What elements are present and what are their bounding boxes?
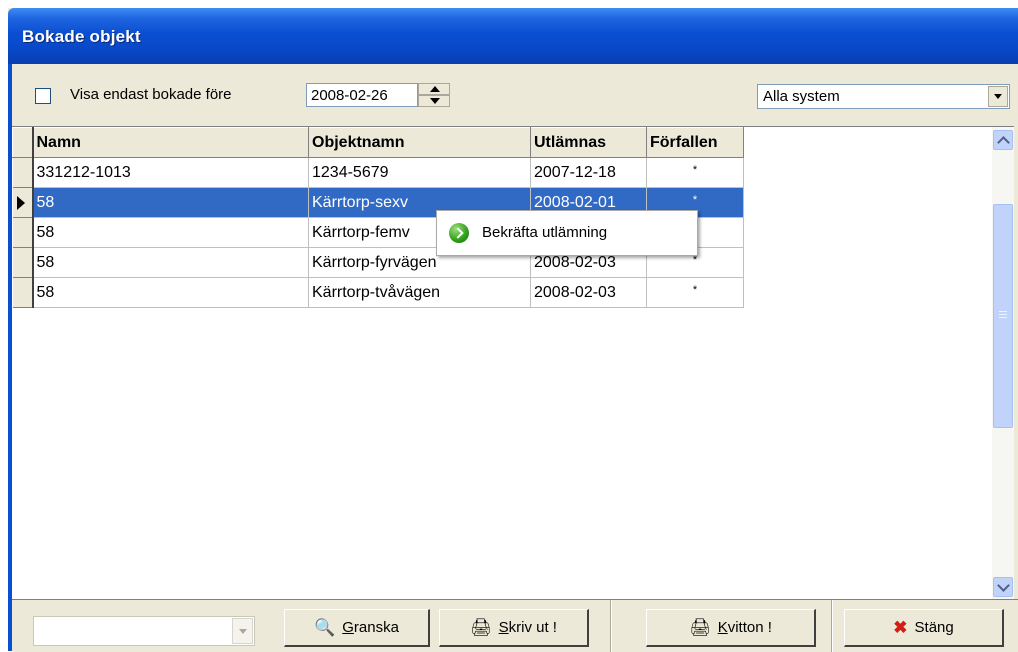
spin-up-button[interactable] [418,83,450,95]
bottom-dropdown[interactable] [33,616,255,646]
cell-namn[interactable]: 58 [32,217,309,248]
bokade-objekt-window: Bokade objekt Visa endast bokade före 20… [8,8,1018,652]
menu-item-label: Bekräfta utlämning [482,224,608,241]
granska-label: Granska [342,619,399,636]
row-header[interactable] [12,247,34,278]
granska-button[interactable]: 🔍 Granska [284,609,430,647]
column-header-forfallen[interactable]: Förfallen [646,127,744,158]
cell-objektnamn[interactable]: Kärrtorp-tvåvägen [308,277,531,308]
cell-namn[interactable]: 58 [32,247,309,278]
cell-objektnamn[interactable]: 1234-5679 [308,157,531,188]
row-pointer-icon [16,196,25,210]
header-row: Namn Objektnamn Utlämnas Förfallen [12,127,744,158]
date-input[interactable]: 2008-02-26 [306,83,418,107]
title-bar[interactable]: Bokade objekt [8,8,1018,64]
chevron-down-icon [239,629,247,634]
chevron-up-icon [997,136,1010,149]
context-menu: Bekräfta utlämning [436,210,698,256]
scroll-up-button[interactable] [993,130,1013,150]
printer-icon: 🖨 [689,617,711,637]
window-title: Bokade objekt [22,27,141,46]
vertical-scrollbar[interactable] [992,126,1014,600]
arrow-up-icon [430,86,440,92]
skriv-ut-label: Skriv ut ! [498,619,557,636]
system-dropdown[interactable]: Alla system [757,84,1010,109]
grip-line [999,317,1007,318]
row-header[interactable] [12,157,34,188]
cell-namn[interactable]: 58 [32,187,309,218]
grip-line [999,311,1007,312]
row-header-current[interactable] [12,187,34,218]
skriv-ut-button[interactable]: 🖨 Skriv ut ! [439,609,589,647]
scroll-down-button[interactable] [993,577,1013,597]
stang-button[interactable]: ✖ Stäng [844,609,1004,647]
chevron-down-icon [994,94,1002,99]
close-x-icon: ✖ [893,617,908,637]
table-row[interactable]: 331212-1013 1234-5679 2007-12-18 * [12,157,744,188]
scroll-thumb[interactable] [993,204,1013,428]
toolbar-separator [610,600,612,652]
visa-endast-label[interactable]: Visa endast bokade före [70,86,232,103]
toolbar-separator [831,600,833,652]
filter-toolbar: Visa endast bokade före 2008-02-26 Alla … [12,64,1018,126]
column-header-utlamnas[interactable]: Utlämnas [530,127,647,158]
system-dropdown-value: Alla system [763,88,840,105]
column-header-objektnamn[interactable]: Objektnamn [308,127,531,158]
arrow-down-icon [430,98,440,104]
bottom-dropdown-arrow[interactable] [232,618,253,644]
grip-line [999,314,1007,315]
visa-endast-checkbox[interactable] [35,88,51,104]
bottom-button-bar: 🔍 Granska 🖨 Skriv ut ! 🖨 Kvitton ! ✖ Stä… [12,599,1018,652]
cell-utlamnas[interactable]: 2007-12-18 [530,157,647,188]
cell-forfallen[interactable]: * [646,157,744,188]
chevron-down-icon [997,579,1010,592]
row-header[interactable] [12,277,34,308]
row-header[interactable] [12,217,34,248]
kvitton-button[interactable]: 🖨 Kvitton ! [646,609,816,647]
dropdown-arrow-button[interactable] [988,86,1008,107]
preview-magnifier-icon: 🔍 [314,617,336,637]
stang-label: Stäng [914,619,954,636]
column-header-namn[interactable]: Namn [32,127,309,158]
corner-header [12,127,34,158]
green-arrow-icon [449,223,469,243]
date-spinner[interactable] [418,83,450,107]
table-row[interactable]: 58 Kärrtorp-tvåvägen 2008-02-03 * [12,277,744,308]
cell-namn[interactable]: 58 [32,277,309,308]
bookings-grid[interactable]: Namn Objektnamn Utlämnas Förfallen 33121… [12,126,992,600]
spin-down-button[interactable] [418,95,450,107]
cell-forfallen[interactable]: * [646,277,744,308]
cell-namn[interactable]: 331212-1013 [32,157,309,188]
printer-icon: 🖨 [470,617,492,637]
kvitton-label: Kvitton ! [717,619,772,636]
cell-utlamnas[interactable]: 2008-02-03 [530,277,647,308]
